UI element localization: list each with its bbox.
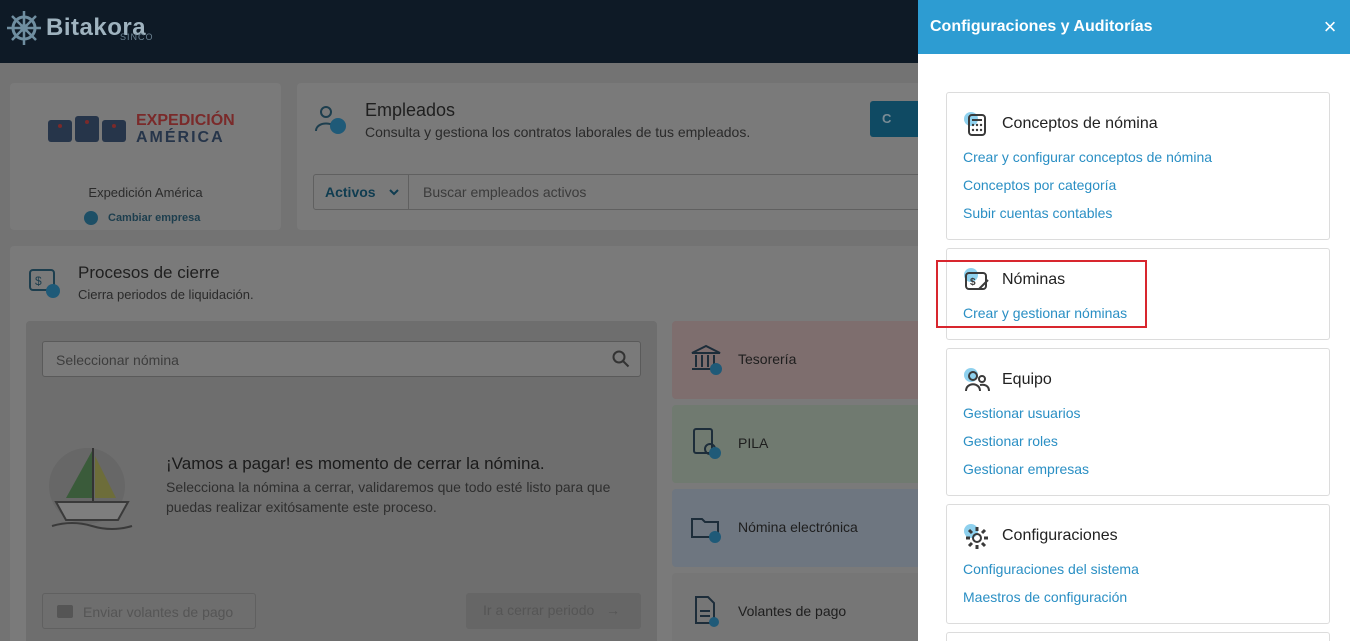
employee-search-input[interactable]: Buscar empleados activos [423,184,586,200]
company-logo: EXPEDICIÓN AMÉRICA [46,109,246,149]
section-team-title: Equipo [1002,371,1052,388]
link-manage-users[interactable]: Gestionar usuarios [963,405,1081,421]
send-payslips-button[interactable]: Enviar volantes de pago [42,593,256,629]
section-next-partial [946,632,1330,641]
svg-text:$: $ [35,274,42,288]
link-system-settings[interactable]: Configuraciones del sistema [963,561,1139,577]
brand-subtitle: SINCO [120,32,154,42]
link-manage-roles[interactable]: Gestionar roles [963,433,1058,449]
change-company-label: Cambiar empresa [108,212,201,224]
document-search-icon [693,428,721,459]
change-company-link[interactable]: Cambiar empresa [84,211,200,225]
tile-treasury-label: Tesorería [738,351,797,367]
gear-icon [964,524,988,549]
closing-headline: ¡Vamos a pagar! es momento de cerrar la … [166,454,545,473]
document-icon [695,596,719,627]
payroll-select-input[interactable]: Seleccionar nómina [42,341,641,377]
employee-search-bar: Activos Buscar empleados activos [313,174,918,210]
bank-icon [691,344,722,375]
employees-subtitle: Consulta y gestiona los contratos labora… [365,124,751,140]
company-name: Expedición América [88,185,203,200]
company-logo-line1: EXPEDICIÓN [136,112,235,129]
close-period-label: Ir a cerrar periodo [483,602,595,618]
section-settings: Configuraciones Configuraciones del sist… [946,504,1330,624]
payroll-select-placeholder: Seleccionar nómina [56,352,179,368]
panel-title: Configuraciones y Auditorías [930,18,1153,35]
employees-title: Empleados [365,100,456,120]
tile-pila[interactable]: PILA [672,405,918,483]
employees-card: Empleados Consulta y gestiona los contra… [297,83,918,230]
section-team: Equipo Gestionar usuarios Gestionar role… [946,348,1330,496]
send-payslips-label: Enviar volantes de pago [83,604,234,620]
link-configuration-masters[interactable]: Maestros de configuración [963,589,1127,605]
closing-description: Selecciona la nómina a cerrar, validarem… [166,479,611,515]
close-icon[interactable]: × [1316,13,1344,41]
closing-title: Procesos de cierre [78,263,220,282]
section-payroll-concepts: Conceptos de nómina Crear y configurar c… [946,92,1330,240]
main-content: EXPEDICIÓN AMÉRICA Expedición América Ca… [0,63,918,641]
top-bar: Bitakora SINCO [0,0,918,63]
team-icon [315,106,346,134]
ship-wheel-icon [7,11,41,45]
folder-icon [57,605,73,618]
company-logo-line2: AMÉRICA [136,129,225,146]
panel-header: Configuraciones y Auditorías × [918,0,1350,54]
status-filter-select[interactable]: Activos [314,175,409,209]
payroll-icon: $ [29,269,60,298]
company-card: EXPEDICIÓN AMÉRICA Expedición América Ca… [10,83,281,230]
link-manage-companies[interactable]: Gestionar empresas [963,461,1089,477]
section-payroll-concepts-title: Conceptos de nómina [1002,115,1158,132]
link-upload-accounts[interactable]: Subir cuentas contables [963,205,1112,221]
create-employee-button[interactable]: C [870,101,918,137]
arrow-right-icon: → [598,602,620,618]
company-logo-graphic [48,116,126,142]
link-create-concepts[interactable]: Crear y configurar conceptos de nómina [963,149,1212,165]
folder-send-icon [691,518,721,543]
section-settings-title: Configuraciones [1002,527,1118,544]
calculator-icon [964,112,986,136]
closing-panel: Seleccionar nómina ¡Vamos a pagar! es mo… [26,321,657,641]
chevron-down-icon [389,189,399,196]
close-period-button[interactable]: Ir a cerrar periodo → [466,593,641,629]
search-icon [612,350,630,368]
tile-pila-label: PILA [738,435,769,451]
sailboat-illustration [49,448,133,530]
team-icon [964,368,990,392]
create-employee-label: C [882,111,892,126]
highlight-box [936,260,1147,328]
closing-processes-card: $ Procesos de cierre Cierra periodos de … [10,246,918,641]
tile-electronic-payroll-label: Nómina electrónica [738,519,858,535]
status-filter-value: Activos [325,184,376,200]
swap-icon [84,211,98,225]
link-concepts-by-category[interactable]: Conceptos por categoría [963,177,1116,193]
tile-payslips-label: Volantes de pago [738,603,847,619]
closing-subtitle: Cierra periodos de liquidación. [78,287,254,302]
tile-electronic-payroll[interactable]: Nómina electrónica [672,489,918,567]
tile-treasury[interactable]: Tesorería [672,321,918,399]
tile-payslips[interactable]: Volantes de pago [672,573,918,641]
